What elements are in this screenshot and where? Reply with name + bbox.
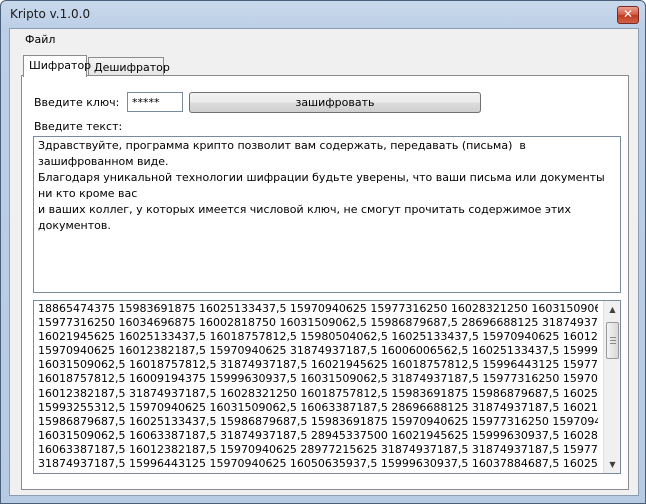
- close-button[interactable]: ✕: [617, 6, 639, 24]
- menu-bar: Файл: [10, 29, 638, 51]
- plaintext-textarea[interactable]: Здравствуйте, программа крипто позволит …: [33, 136, 621, 293]
- encrypt-button[interactable]: зашифровать: [189, 92, 481, 113]
- text-label: Введите текст:: [34, 120, 123, 133]
- close-icon: ✕: [622, 7, 634, 21]
- ciphertext-content: 18865474375 15983691875 16025133437,5 15…: [38, 302, 598, 472]
- client-area: Файл Шифратор Дешифратор Введите ключ: з…: [9, 28, 639, 496]
- scroll-down-icon[interactable]: ▼: [604, 456, 621, 473]
- vertical-scrollbar[interactable]: ▲ ▼: [603, 301, 620, 473]
- tab-decryptor-label: Дешифратор: [94, 61, 170, 74]
- scroll-up-icon[interactable]: ▲: [604, 301, 621, 318]
- window-title: Kripto v.1.0.0: [10, 7, 91, 21]
- menu-file[interactable]: Файл: [25, 33, 55, 46]
- ciphertext-textarea[interactable]: 18865474375 15983691875 16025133437,5 15…: [33, 300, 621, 474]
- encryptor-panel: Введите ключ: зашифровать Введите текст:…: [21, 75, 629, 490]
- tab-encryptor[interactable]: Шифратор: [23, 55, 91, 77]
- tab-encryptor-label: Шифратор: [29, 59, 92, 72]
- scroll-thumb[interactable]: [606, 322, 619, 359]
- title-bar[interactable]: Kripto v.1.0.0 ✕: [1, 1, 645, 29]
- key-label: Введите ключ:: [34, 96, 120, 109]
- tab-decryptor[interactable]: Дешифратор: [88, 57, 170, 77]
- key-input[interactable]: [127, 92, 183, 112]
- app-window: Kripto v.1.0.0 ✕ Файл Шифратор Дешифрато…: [0, 0, 646, 504]
